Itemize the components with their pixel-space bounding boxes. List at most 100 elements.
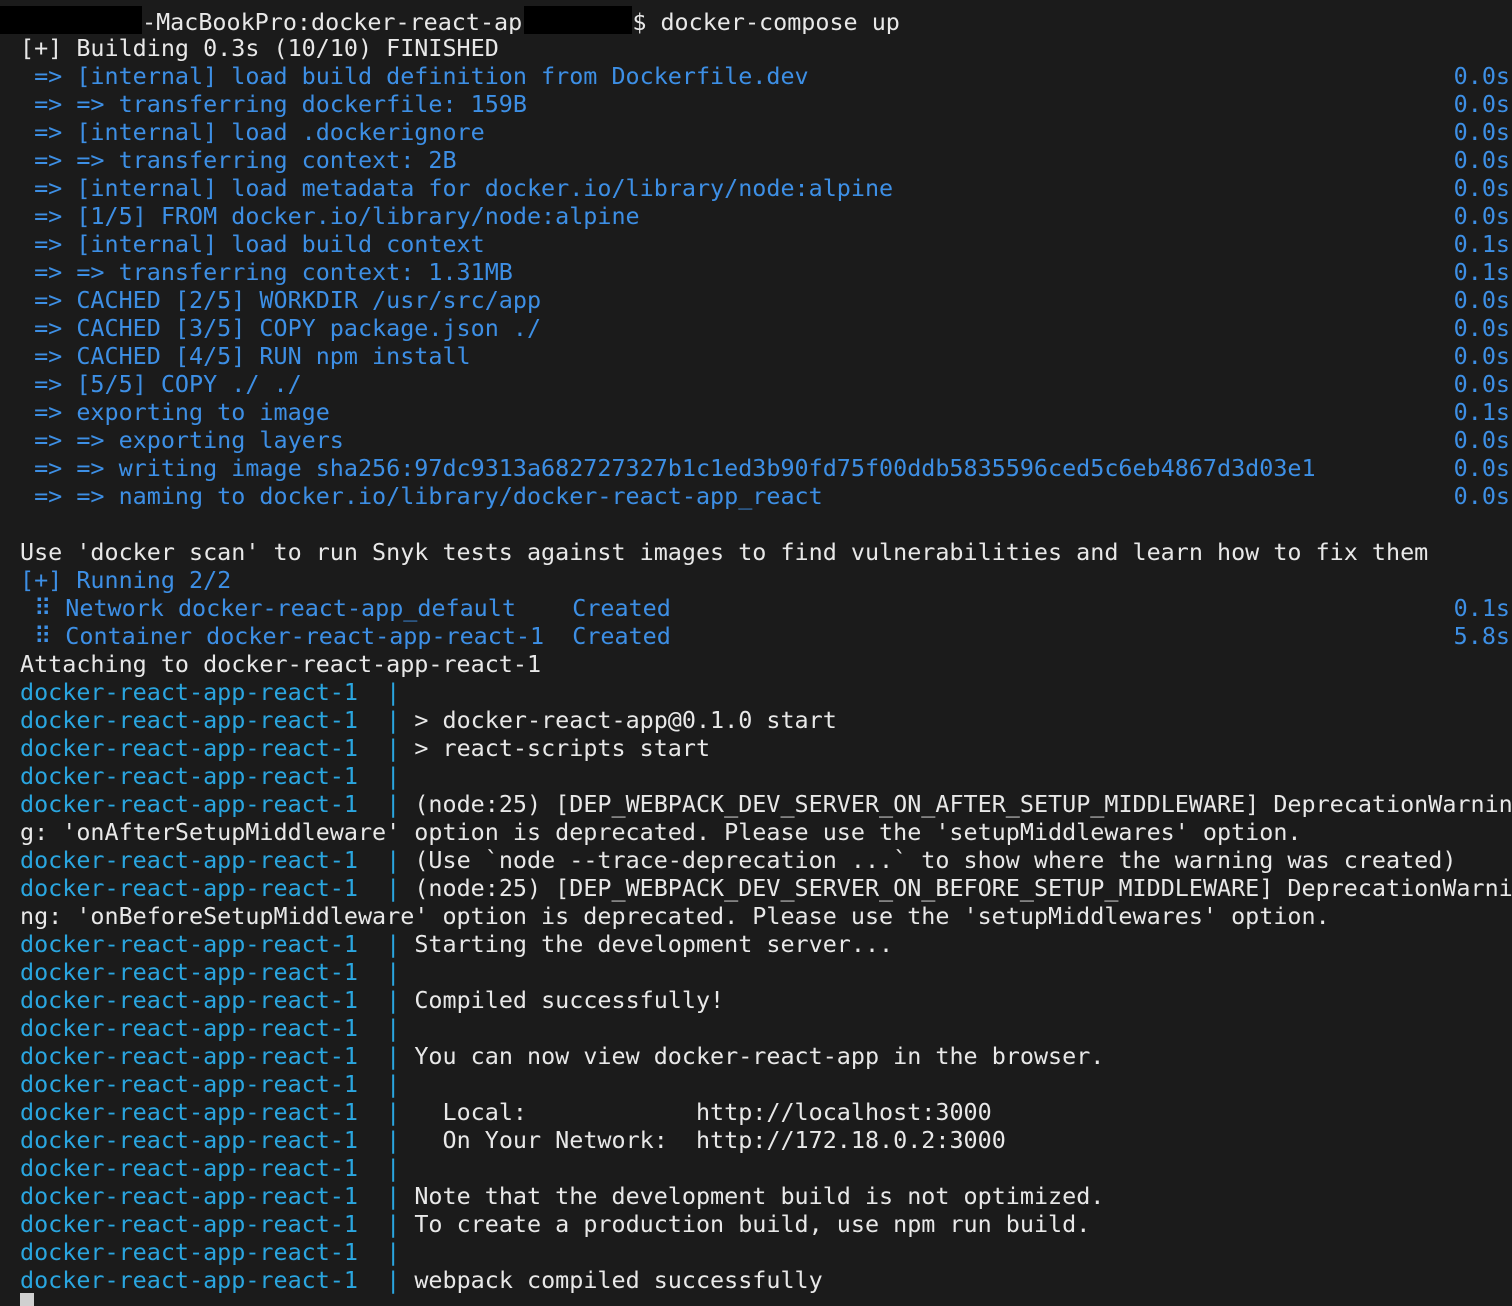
terminal-line: docker-react-app-react-1 |: [0, 1014, 1512, 1042]
output-text: g: 'onAfterSetupMiddleware' option is de…: [20, 818, 1302, 846]
terminal-line: docker-react-app-react-1 | (node:25) [DE…: [0, 874, 1512, 902]
build-step-time: 0.0s: [1453, 146, 1510, 174]
terminal-line: docker-react-app-react-1 |: [0, 1154, 1512, 1182]
build-step: => [1/5] FROM docker.io/library/node:alp…: [20, 202, 640, 230]
log-container-name: docker-react-app-react-1: [20, 1154, 358, 1182]
terminal-line: ng: 'onBeforeSetupMiddleware' option is …: [0, 902, 1512, 930]
log-container-name: docker-react-app-react-1: [20, 1098, 358, 1126]
log-container-name: docker-react-app-react-1: [20, 874, 358, 902]
build-step-time: 0.0s: [1453, 174, 1510, 202]
log-message: (node:25) [DEP_WEBPACK_DEV_SERVER_ON_AFT…: [414, 790, 1512, 818]
log-separator: |: [357, 734, 415, 762]
log-separator: |: [357, 1266, 415, 1294]
build-step: => [internal] load build definition from…: [20, 62, 809, 90]
terminal-line: => => exporting layers 0.0s: [0, 426, 1512, 454]
terminal-line: => [internal] load metadata for docker.i…: [0, 174, 1512, 202]
terminal-line: ⠿ Container docker-react-app-react-1 Cre…: [0, 622, 1512, 650]
terminal-line: => => transferring dockerfile: 159B 0.0s: [0, 90, 1512, 118]
build-step-time: 0.0s: [1453, 90, 1510, 118]
log-separator: |: [357, 1238, 415, 1266]
build-step: => => exporting layers: [20, 426, 344, 454]
terminal-line: docker-react-app-react-1 | > react-scrip…: [0, 734, 1512, 762]
terminal-window[interactable]: -MacBookPro:docker-react-app $ docker-com…: [0, 0, 1512, 1306]
build-step-time: 5.8s: [1453, 622, 1510, 650]
build-step: => => transferring context: 1.31MB: [20, 258, 513, 286]
log-message: (Use `node --trace-deprecation ...` to s…: [414, 846, 1457, 874]
build-step-time: 0.0s: [1453, 370, 1510, 398]
log-message: > docker-react-app@0.1.0 start: [414, 706, 837, 734]
log-separator: |: [357, 1098, 415, 1126]
prompt-command: $ docker-compose up: [632, 8, 900, 34]
output-text: [+] Running 2/2: [20, 566, 232, 594]
terminal-line: => [internal] load build context 0.1s: [0, 230, 1512, 258]
log-container-name: docker-react-app-react-1: [20, 1126, 358, 1154]
terminal-line: docker-react-app-react-1 |: [0, 678, 1512, 706]
terminal-line: docker-react-app-react-1 | Compiled succ…: [0, 986, 1512, 1014]
terminal-line: -MacBookPro:docker-react-app $ docker-com…: [0, 6, 1512, 34]
terminal-line: [+] Running 2/2: [0, 566, 1512, 594]
build-step-time: 0.1s: [1453, 594, 1510, 622]
terminal-line: => CACHED [3/5] COPY package.json ./ 0.0s: [0, 314, 1512, 342]
log-separator: |: [357, 790, 415, 818]
log-container-name: docker-react-app-react-1: [20, 678, 358, 706]
log-message: Note that the development build is not o…: [414, 1182, 1105, 1210]
terminal-line: docker-react-app-react-1 | > docker-reac…: [0, 706, 1512, 734]
terminal-line: Attaching to docker-react-app-react-1: [0, 650, 1512, 678]
terminal-line: docker-react-app-react-1 | You can now v…: [0, 1042, 1512, 1070]
log-container-name: docker-react-app-react-1: [20, 930, 358, 958]
output-text: ng: 'onBeforeSetupMiddleware' option is …: [20, 902, 1330, 930]
log-message: > react-scripts start: [414, 734, 711, 762]
build-step: => => transferring context: 2B: [20, 146, 457, 174]
log-separator: |: [357, 678, 415, 706]
log-container-name: docker-react-app-react-1: [20, 1182, 358, 1210]
log-separator: |: [357, 1182, 415, 1210]
log-container-name: docker-react-app-react-1: [20, 846, 358, 874]
terminal-line: => CACHED [2/5] WORKDIR /usr/src/app 0.0s: [0, 286, 1512, 314]
build-step: => CACHED [4/5] RUN npm install: [20, 342, 471, 370]
terminal-line: => => naming to docker.io/library/docker…: [0, 482, 1512, 510]
log-container-name: docker-react-app-react-1: [20, 986, 358, 1014]
terminal-line: => => transferring context: 2B 0.0s: [0, 146, 1512, 174]
log-container-name: docker-react-app-react-1: [20, 1042, 358, 1070]
log-container-name: docker-react-app-react-1: [20, 1070, 358, 1098]
build-step-time: 0.1s: [1453, 258, 1510, 286]
terminal-line: => => writing image sha256:97dc9313a6827…: [0, 454, 1512, 482]
log-message: (node:25) [DEP_WEBPACK_DEV_SERVER_ON_BEF…: [414, 874, 1512, 902]
build-step-time: 0.1s: [1453, 398, 1510, 426]
output-text: Use 'docker scan' to run Snyk tests agai…: [20, 538, 1429, 566]
prompt-host: -MacBookPro:docker-react-app: [142, 8, 537, 34]
redacted-path: [524, 6, 633, 34]
build-step-time: 0.0s: [1453, 62, 1510, 90]
build-step-time: 0.0s: [1453, 286, 1510, 314]
log-container-name: docker-react-app-react-1: [20, 1014, 358, 1042]
output-text: [+] Building 0.3s (10/10) FINISHED: [20, 34, 499, 62]
log-container-name: docker-react-app-react-1: [20, 762, 358, 790]
build-step: ⠿ Network docker-react-app_default Creat…: [20, 594, 671, 622]
log-separator: |: [357, 1154, 415, 1182]
terminal-line: docker-react-app-react-1 | (node:25) [DE…: [0, 790, 1512, 818]
log-separator: |: [357, 1014, 415, 1042]
log-message: Starting the development server...: [414, 930, 894, 958]
build-step-time: 0.1s: [1453, 230, 1510, 258]
terminal-line: docker-react-app-react-1 | To create a p…: [0, 1210, 1512, 1238]
build-step: => => writing image sha256:97dc9313a6827…: [20, 454, 1316, 482]
terminal-line: docker-react-app-react-1 | On Your Netwo…: [0, 1126, 1512, 1154]
build-step: => [internal] load build context: [20, 230, 485, 258]
build-step-time: 0.0s: [1453, 454, 1510, 482]
terminal-line: docker-react-app-react-1 |: [0, 1238, 1512, 1266]
terminal-line: docker-react-app-react-1 | Note that the…: [0, 1182, 1512, 1210]
log-separator: |: [357, 1070, 415, 1098]
log-container-name: docker-react-app-react-1: [20, 1266, 358, 1294]
terminal-line: docker-react-app-react-1 | webpack compi…: [0, 1266, 1512, 1294]
build-step: => [internal] load .dockerignore: [20, 118, 485, 146]
log-separator: |: [357, 1042, 415, 1070]
build-step-time: 0.0s: [1453, 118, 1510, 146]
log-container-name: docker-react-app-react-1: [20, 1210, 358, 1238]
log-separator: |: [357, 706, 415, 734]
log-separator: |: [357, 1210, 415, 1238]
log-message: To create a production build, use npm ru…: [414, 1210, 1091, 1238]
build-step-time: 0.0s: [1453, 202, 1510, 230]
terminal-line: => exporting to image 0.1s: [0, 398, 1512, 426]
output-text: Attaching to docker-react-app-react-1: [20, 650, 542, 678]
terminal-line: => CACHED [4/5] RUN npm install 0.0s: [0, 342, 1512, 370]
